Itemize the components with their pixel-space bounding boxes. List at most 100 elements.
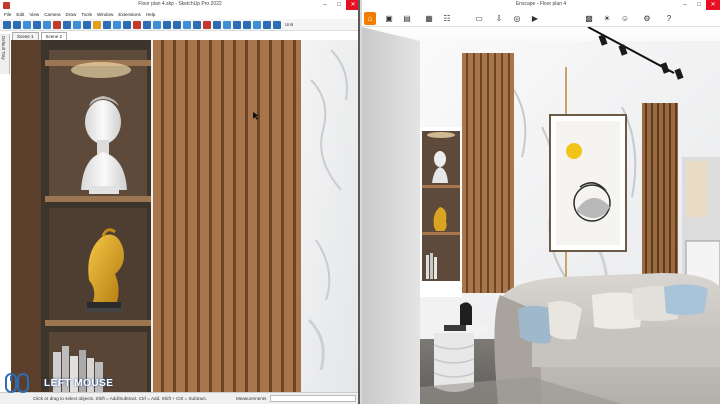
wood-slat-groove	[487, 53, 489, 293]
home-icon[interactable]: ⌂	[364, 12, 376, 25]
sketchup-viewport[interactable]	[11, 40, 358, 392]
sketchup-window-title: Floor plan 4.skp - SketchUp Pro 2022	[138, 1, 222, 7]
toolbar-tool-icon[interactable]	[63, 20, 71, 29]
wood-slat-groove	[466, 53, 468, 293]
user-icon[interactable]: ☺	[620, 14, 630, 24]
help-icon[interactable]: ?	[664, 14, 674, 24]
unit-dropdown[interactable]: Unit	[285, 22, 293, 27]
watermark-text: LEFT MOUSE	[44, 378, 114, 389]
toolbar-tool-icon[interactable]	[173, 20, 181, 29]
watermark: LEFT MOUSE	[4, 372, 124, 394]
wood-slat-groove	[494, 53, 496, 293]
wood-slat-groove	[221, 40, 224, 392]
menu-view[interactable]: View	[29, 11, 39, 19]
asset-icon[interactable]: ▩	[584, 14, 594, 24]
toolbar-tool-icon[interactable]	[243, 20, 251, 29]
menu-extensions[interactable]: Extensions	[118, 11, 140, 19]
toolbar-tool-icon[interactable]	[223, 20, 231, 29]
monitor-icon[interactable]: ▭	[474, 14, 484, 24]
toolbar-tool-icon[interactable]	[103, 20, 111, 29]
toolbar-tool-icon[interactable]	[23, 20, 31, 29]
measurements-label: Measurements	[236, 396, 267, 401]
measurements-input[interactable]	[270, 395, 356, 402]
video-icon[interactable]: ▶	[530, 14, 540, 24]
enscape-render-view[interactable]	[362, 27, 720, 404]
default-tray-label: Default Tray	[1, 36, 6, 60]
toolbar-tool-icon[interactable]	[133, 20, 141, 29]
wood-slat-groove	[669, 103, 671, 303]
panorama-icon[interactable]: ◎	[512, 14, 522, 24]
toolbar-tool-icon[interactable]	[213, 20, 221, 29]
wood-slat-groove	[473, 53, 475, 293]
scene-tab-1[interactable]: Scene 1	[12, 32, 39, 40]
toolbar-tool-icon[interactable]	[203, 20, 211, 29]
enscape-window-title: Enscape - Floor plan 4	[515, 1, 567, 7]
toolbar-tool-icon[interactable]	[143, 20, 151, 29]
enscape-titlebar: Enscape - Floor plan 4 – □ ✕	[362, 0, 720, 11]
toolbar-tool-icon[interactable]	[263, 20, 271, 29]
maximize-button[interactable]: □	[692, 0, 706, 10]
sketchup-menubar: File Edit View Camera Draw Tools Window …	[0, 11, 358, 19]
menu-draw[interactable]: Draw	[66, 11, 77, 19]
toolbar-tool-icon[interactable]	[33, 20, 41, 29]
menu-tools[interactable]: Tools	[81, 11, 92, 19]
wood-slat-groove	[293, 40, 296, 392]
wood-slat-groove	[501, 53, 503, 293]
settings-icon[interactable]: ☷	[442, 14, 452, 24]
gear-icon[interactable]: ⚙	[642, 14, 652, 24]
toolbar-tool-icon[interactable]	[73, 20, 81, 29]
wood-slat-groove	[651, 103, 653, 303]
menu-help[interactable]: Help	[146, 11, 155, 19]
toolbar-tool-icon[interactable]	[113, 20, 121, 29]
toolbar-tool-icon[interactable]	[53, 20, 61, 29]
toolbar-tool-icon[interactable]	[193, 20, 201, 29]
sketchup-window-controls: – □ ✕	[318, 0, 358, 10]
wood-slat-groove	[657, 103, 659, 303]
sketchup-titlebar: Floor plan 4.skp - SketchUp Pro 2022 – □…	[0, 0, 358, 11]
sun-icon[interactable]: ☀	[602, 14, 612, 24]
status-hint: Click or drag to select objects. Shift =…	[33, 396, 207, 401]
toolbar-tool-icon[interactable]	[43, 20, 51, 29]
wood-slat-groove	[508, 53, 510, 293]
wood-slat-groove	[257, 40, 260, 392]
wood-slat-groove	[675, 103, 677, 303]
toolbar-tool-icon[interactable]	[183, 20, 191, 29]
toolbar-tool-icon[interactable]	[253, 20, 261, 29]
toolbar-tool-icon[interactable]	[233, 20, 241, 29]
render-image[interactable]	[362, 27, 720, 404]
toolbar-tool-icon[interactable]	[93, 20, 101, 29]
bookmark-icon[interactable]: ▤	[402, 14, 412, 24]
default-tray-tab[interactable]: Default Tray	[0, 34, 10, 74]
wood-slat-groove	[161, 40, 164, 392]
image-icon[interactable]: ▦	[424, 14, 434, 24]
close-button[interactable]: ✕	[346, 0, 358, 10]
menu-file[interactable]: File	[4, 11, 11, 19]
toolbar-tool-icon[interactable]	[83, 20, 91, 29]
screen: Floor plan 4.skp - SketchUp Pro 2022 – □…	[0, 0, 720, 404]
wood-slat-groove	[480, 53, 482, 293]
maximize-button[interactable]: □	[332, 0, 346, 10]
camera-icon[interactable]: ▣	[384, 14, 394, 24]
scene-tab-2[interactable]: Scene 2	[40, 32, 68, 40]
menu-camera[interactable]: Camera	[44, 11, 60, 19]
sketchup-window: Floor plan 4.skp - SketchUp Pro 2022 – □…	[0, 0, 360, 404]
wood-slat-groove	[281, 40, 284, 392]
enscape-window: Enscape - Floor plan 4 – □ ✕ ⌂ ▣ ▤ ▦ ☷ ▭ ⇩ ◎ ▶ ▩…	[362, 0, 720, 404]
toolbar-tool-icon[interactable]	[13, 20, 21, 29]
toolbar-tool-icon[interactable]	[3, 20, 11, 29]
toolbar-tool-icon[interactable]	[153, 20, 161, 29]
sketchup-toolbar: Unit	[0, 19, 358, 31]
enscape-window-controls: – □ ✕	[678, 0, 720, 10]
close-button[interactable]: ✕	[706, 0, 720, 10]
toolbar-tool-icon[interactable]	[163, 20, 171, 29]
export-icon[interactable]: ⇩	[494, 14, 504, 24]
toolbar-tool-icon[interactable]	[273, 20, 281, 29]
model-view[interactable]	[11, 40, 358, 392]
minimize-button[interactable]: –	[678, 0, 692, 10]
wood-slat-groove	[197, 40, 200, 392]
minimize-button[interactable]: –	[318, 0, 332, 10]
wood-slat-groove	[663, 103, 665, 303]
toolbar-tool-icon[interactable]	[123, 20, 131, 29]
menu-edit[interactable]: Edit	[16, 11, 24, 19]
menu-window[interactable]: Window	[97, 11, 113, 19]
